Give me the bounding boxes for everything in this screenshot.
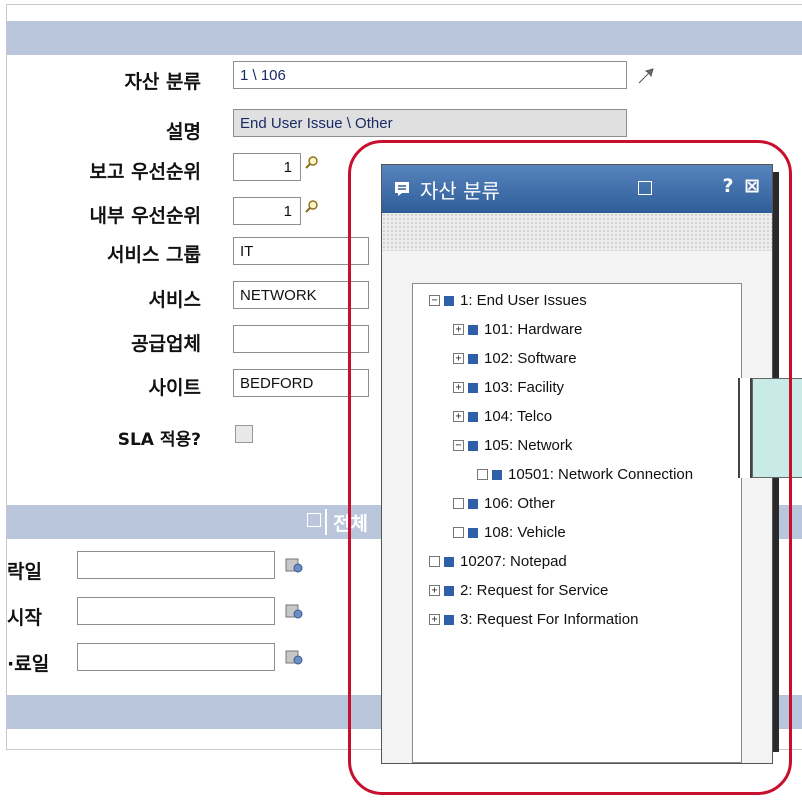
leaf-icon[interactable] bbox=[477, 469, 488, 480]
tree-node[interactable]: +103: Facility bbox=[453, 379, 564, 396]
node-square-icon bbox=[468, 527, 478, 538]
popup-toolbar-strip bbox=[382, 213, 772, 251]
lookup-magnifier-icon[interactable] bbox=[305, 199, 319, 213]
tree-node-label: 104: Telco bbox=[484, 408, 553, 425]
tree-node-label: 105: Network bbox=[484, 437, 573, 454]
tree-node-label: 2: Request for Service bbox=[460, 582, 609, 599]
node-square-icon bbox=[468, 440, 478, 451]
tree-node[interactable]: 10207: Notepad bbox=[429, 553, 567, 570]
tree-node-label: 102: Software bbox=[484, 350, 577, 367]
expand-icon[interactable]: + bbox=[453, 411, 464, 422]
date-input[interactable] bbox=[77, 597, 275, 625]
label-site: 사이트 bbox=[148, 377, 201, 399]
reported-priority-input[interactable]: 1 bbox=[233, 153, 301, 181]
node-square-icon bbox=[444, 585, 454, 596]
tree-node[interactable]: − 105: Network bbox=[453, 437, 572, 454]
leaf-icon[interactable] bbox=[453, 527, 464, 538]
dialog-icon bbox=[395, 182, 409, 196]
node-square-icon bbox=[444, 295, 454, 306]
side-panel-handle[interactable] bbox=[738, 378, 752, 478]
date-label: 시작 bbox=[7, 607, 42, 629]
section-title: 전체 bbox=[333, 513, 368, 535]
leaf-icon[interactable] bbox=[429, 556, 440, 567]
tree-node[interactable]: +104: Telco bbox=[453, 408, 552, 425]
expand-icon[interactable]: + bbox=[429, 585, 440, 596]
expand-icon[interactable]: + bbox=[453, 353, 464, 364]
tree-node-label: 10207: Notepad bbox=[460, 553, 567, 570]
popup-help-close[interactable]: ? ⊠ bbox=[722, 175, 762, 197]
node-square-icon bbox=[468, 411, 478, 422]
node-square-icon bbox=[468, 353, 478, 364]
service-group-input[interactable]: IT bbox=[233, 237, 369, 265]
tree-node-label: 1: End User Issues bbox=[460, 292, 587, 309]
site-input[interactable]: BEDFORD bbox=[233, 369, 369, 397]
asset-class-popup: 자산 분류 ? ⊠ − 1: End User Issues +101: Hardw… bbox=[381, 164, 773, 764]
header-bar bbox=[7, 21, 802, 55]
tree-node[interactable]: +102: Software bbox=[453, 350, 577, 367]
tree-node-label: 108: Vehicle bbox=[484, 524, 566, 541]
tree-node[interactable]: 106: Other bbox=[453, 495, 555, 512]
calendar-icon[interactable] bbox=[285, 557, 303, 573]
vendor-input[interactable] bbox=[233, 325, 369, 353]
tree-node-label: 106: Other bbox=[484, 495, 555, 512]
tree-node[interactable]: − 1: End User Issues bbox=[429, 292, 587, 309]
label-vendor: 공급업체 bbox=[131, 333, 201, 355]
lookup-magnifier-icon[interactable] bbox=[305, 155, 319, 169]
tree-node[interactable]: 108: Vehicle bbox=[453, 524, 566, 541]
label-description: 설명 bbox=[166, 121, 201, 143]
tree-node-label: 103: Facility bbox=[484, 379, 565, 396]
tree-node-label: 10501: Network Connection bbox=[508, 466, 694, 483]
node-square-icon bbox=[468, 498, 478, 509]
label-sla-applies: SLA 적용? bbox=[117, 430, 201, 450]
calendar-icon[interactable] bbox=[285, 649, 303, 665]
date-input[interactable] bbox=[77, 643, 275, 671]
tree-node-label: 3: Request For Information bbox=[460, 611, 639, 628]
label-service: 서비스 bbox=[148, 289, 201, 311]
leaf-icon[interactable] bbox=[453, 498, 464, 509]
expand-icon[interactable]: + bbox=[453, 382, 464, 393]
description-field: End User Issue \ Other bbox=[233, 109, 627, 137]
divider bbox=[325, 509, 327, 535]
label-asset-class: 자산 분류 bbox=[124, 71, 201, 93]
date-label: 락일 bbox=[7, 561, 42, 583]
node-square-icon bbox=[492, 469, 502, 480]
node-square-icon bbox=[444, 614, 454, 625]
side-panel bbox=[752, 378, 802, 478]
tree-node[interactable]: +2: Request for Service bbox=[429, 582, 608, 599]
section-toggle-icon[interactable] bbox=[307, 513, 321, 527]
tree-node[interactable]: 10501: Network Connection bbox=[477, 466, 693, 483]
date-label: ·료일 bbox=[7, 653, 50, 675]
expand-icon[interactable]: + bbox=[429, 614, 440, 625]
label-reported-priority: 보고 우선순위 bbox=[89, 161, 202, 183]
expand-icon[interactable]: + bbox=[453, 324, 464, 335]
tree-node[interactable]: +101: Hardware bbox=[453, 321, 582, 338]
tree-node[interactable]: +3: Request For Information bbox=[429, 611, 638, 628]
collapse-icon[interactable]: − bbox=[453, 440, 464, 451]
node-square-icon bbox=[468, 324, 478, 335]
collapse-icon[interactable]: − bbox=[429, 295, 440, 306]
tree-node-label: 101: Hardware bbox=[484, 321, 583, 338]
calendar-icon[interactable] bbox=[285, 603, 303, 619]
sla-applies-checkbox[interactable] bbox=[235, 425, 253, 443]
internal-priority-input[interactable]: 1 bbox=[233, 197, 301, 225]
node-square-icon bbox=[468, 382, 478, 393]
date-input[interactable] bbox=[77, 551, 275, 579]
popup-header: 자산 분류 ? ⊠ bbox=[382, 165, 772, 213]
service-input[interactable]: NETWORK bbox=[233, 281, 369, 309]
label-service-group: 서비스 그룹 bbox=[106, 244, 201, 266]
node-square-icon bbox=[444, 556, 454, 567]
label-internal-priority: 내부 우선순위 bbox=[89, 205, 202, 227]
popup-title: 자산 분류 bbox=[420, 179, 500, 203]
asset-class-tree: −1: End User Issues +101: Hardware +102: S… bbox=[412, 283, 742, 763]
detail-arrow-icon[interactable] bbox=[637, 67, 655, 85]
asset-class-input[interactable]: 1 \ 106 bbox=[233, 61, 627, 89]
popup-menu-icon[interactable] bbox=[638, 181, 652, 195]
